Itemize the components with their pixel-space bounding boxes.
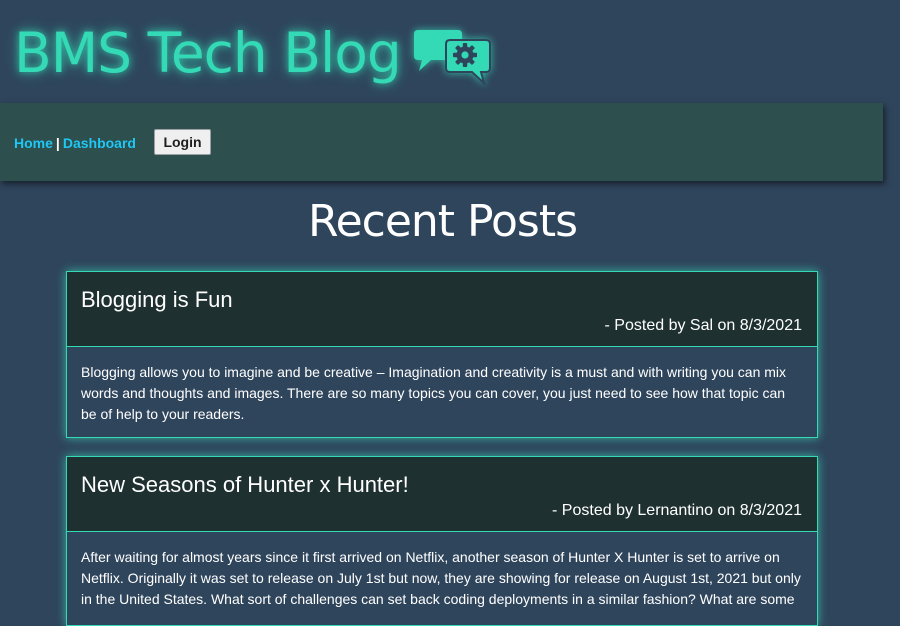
post-title[interactable]: New Seasons of Hunter x Hunter! [81, 471, 409, 499]
navbar: Home | Dashboard [0, 103, 883, 181]
page-title: Recent Posts [307, 196, 578, 247]
nav-links: Home | Dashboard [14, 134, 136, 152]
post-meta: - Posted by Sal on 8/3/2021 [604, 317, 802, 334]
chat-bubbles-gear-icon [414, 30, 491, 85]
post-meta: - Posted by Lernantino on 8/3/2021 [552, 502, 802, 519]
post-header: New Seasons of Hunter x Hunter! - Posted… [67, 457, 817, 532]
post-title[interactable]: Blogging is Fun [81, 286, 233, 314]
post-body: After waiting for almost years since it … [81, 549, 801, 607]
login-button[interactable]: Login [154, 129, 211, 155]
post-card: Blogging is Fun - Posted by Sal on 8/3/2… [66, 271, 818, 438]
nav-link-home[interactable]: Home [14, 135, 53, 151]
post-card: New Seasons of Hunter x Hunter! - Posted… [66, 456, 818, 626]
post-body: Blogging allows you to imagine and be cr… [81, 364, 787, 422]
post-header: Blogging is Fun - Posted by Sal on 8/3/2… [67, 272, 817, 347]
nav-separator: | [55, 135, 60, 151]
site-title: BMS Tech Blog [14, 21, 402, 85]
nav-link-dashboard[interactable]: Dashboard [63, 135, 136, 151]
site-header: BMS Tech Blog [0, 0, 900, 102]
